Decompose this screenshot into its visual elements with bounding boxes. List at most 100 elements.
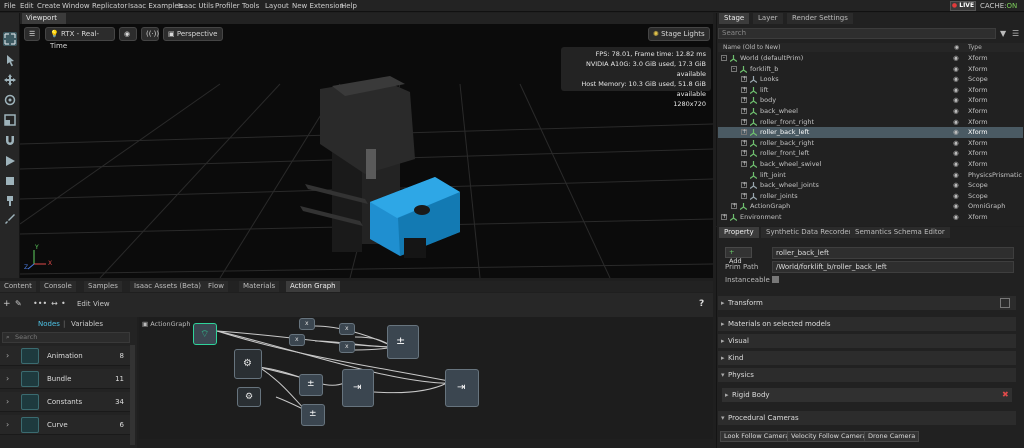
controller-node[interactable]: ⚙ <box>237 387 261 407</box>
math-node-1[interactable]: ± <box>299 374 323 396</box>
menu-replicator[interactable]: Replicator <box>92 2 127 10</box>
action-graph-canvas[interactable]: ▣ ActionGraph ⌔ ⚙ ⚙ x x x x ± ± ± ⇥ ⇥ <box>139 317 713 439</box>
column-type[interactable]: Type <box>968 44 982 51</box>
menu-isaac-utils[interactable]: Isaac Utils <box>178 2 214 10</box>
menu-new-extension[interactable]: New Extension <box>292 2 344 10</box>
menu-layout[interactable]: Layout <box>265 2 289 10</box>
prim-name-field[interactable]: roller_back_left <box>772 247 1014 259</box>
tab-stage[interactable]: Stage <box>719 13 750 24</box>
drone-camera-button[interactable]: Drone Camera <box>864 431 920 442</box>
visibility-eye-icon[interactable]: ◉ <box>953 95 959 106</box>
visibility-eye-icon[interactable]: ◉ <box>953 212 959 223</box>
graph-edit-menu[interactable]: Edit <box>77 300 91 308</box>
tab-flow[interactable]: Flow <box>204 281 228 292</box>
expand-toggle-icon[interactable]: + <box>731 203 737 210</box>
dot-icon[interactable]: • <box>61 299 66 308</box>
visibility-eye-icon[interactable]: ◉ <box>953 191 959 202</box>
tab-semantics-schema-editor[interactable]: Semantics Schema Editor <box>850 227 950 238</box>
node-category[interactable]: › Animation 8 <box>0 346 130 366</box>
expand-toggle-icon[interactable]: + <box>741 97 747 104</box>
tab-nodes[interactable]: Nodes <box>38 320 60 328</box>
visibility-eye-icon[interactable]: ◉ <box>953 64 959 75</box>
menu-file[interactable]: File <box>4 2 16 10</box>
menu-create[interactable]: Create <box>37 2 60 10</box>
stage-row[interactable]: + ActionGraph ◉ OmniGraph <box>718 201 1023 212</box>
ros-bridge-node[interactable]: ⌔ <box>193 323 217 345</box>
snap-tool-icon[interactable] <box>3 133 17 147</box>
velocity-follow-camera-button[interactable]: Velocity Follow Camera <box>787 431 871 442</box>
visibility-eye-icon[interactable]: ◉ <box>953 74 959 85</box>
expand-toggle-icon[interactable]: + <box>721 214 727 220</box>
tab-render-settings[interactable]: Render Settings <box>787 13 853 24</box>
expand-toggle-icon[interactable]: + <box>741 150 747 157</box>
tab-property[interactable]: Property <box>719 227 759 238</box>
add-button[interactable]: + Add <box>725 247 752 265</box>
look-follow-camera-button[interactable]: Look Follow Camera <box>720 431 794 442</box>
stop-icon[interactable] <box>3 174 17 188</box>
tab-action-graph[interactable]: Action Graph <box>286 281 340 292</box>
articulation-node[interactable]: ⚙ <box>234 349 262 379</box>
section-transform[interactable]: Transform <box>718 296 1016 310</box>
expand-toggle-icon[interactable]: + <box>741 161 747 167</box>
move-tool-icon[interactable] <box>3 73 17 87</box>
tab-samples[interactable]: Samples <box>84 281 122 292</box>
section-physics[interactable]: Physics <box>718 368 1016 382</box>
menu-help[interactable]: Help <box>341 2 357 10</box>
stage-row[interactable]: + roller_back_right ◉ Xform <box>718 138 1023 149</box>
menu-edit[interactable]: Edit <box>20 2 34 10</box>
stage-row[interactable]: lift_joint ◉ PhysicsPrismatic <box>718 170 1023 181</box>
expand-toggle-icon[interactable]: + <box>741 86 747 93</box>
expand-toggle-icon[interactable]: + <box>741 139 747 146</box>
stage-search-input[interactable]: Search <box>718 28 996 39</box>
tab-variables[interactable]: Variables <box>71 320 103 328</box>
section-rigid-body[interactable]: Rigid Body <box>722 388 1012 402</box>
section-kind[interactable]: Kind <box>718 351 1016 365</box>
node-category[interactable]: › Bundle 11 <box>0 369 130 389</box>
visibility-button[interactable]: ◉ <box>119 27 137 41</box>
stage-row[interactable]: + Looks ◉ Scope <box>718 74 1023 85</box>
remove-rigid-body-icon[interactable]: ✖ <box>1002 390 1009 399</box>
section-materials[interactable]: Materials on selected models <box>718 317 1016 331</box>
write-node-2[interactable]: ⇥ <box>445 369 479 407</box>
node-category[interactable]: › Curve 6 <box>0 415 130 435</box>
section-visual[interactable]: Visual <box>718 334 1016 348</box>
stage-row[interactable]: + roller_front_right ◉ Xform <box>718 117 1023 128</box>
constant-node-3[interactable]: x <box>339 323 355 335</box>
stage-row[interactable]: + back_wheel_swivel ◉ Xform <box>718 159 1023 170</box>
expand-toggle-icon[interactable]: + <box>741 129 747 136</box>
menu-arrows-icon[interactable]: ↔ <box>51 299 58 308</box>
menu-isaac-examples[interactable]: Isaac Examples <box>128 2 182 10</box>
stage-options-icon[interactable]: ☰ <box>1012 29 1019 38</box>
brush-icon[interactable] <box>3 212 17 226</box>
prim-path-field[interactable]: /World/forklift_b/roller_back_left <box>772 261 1014 273</box>
visibility-eye-icon[interactable]: ◉ <box>953 148 959 159</box>
expand-toggle-icon[interactable]: + <box>741 192 747 199</box>
viewport[interactable]: Y X Z ☰ 💡 RTX - Real-Time ◉ ((·)) ▣ Pers… <box>20 24 713 278</box>
menu-window[interactable]: Window <box>62 2 90 10</box>
visibility-eye-icon[interactable]: ◉ <box>953 180 959 191</box>
stage-row[interactable]: + lift ◉ Xform <box>718 85 1023 96</box>
menu-profiler[interactable]: Profiler <box>215 2 240 10</box>
visibility-eye-icon[interactable]: ◉ <box>953 127 959 138</box>
instanceable-checkbox[interactable] <box>772 276 779 283</box>
stage-lights-button[interactable]: ✺ Stage Lights <box>648 27 710 41</box>
constant-node-2[interactable]: x <box>289 334 305 346</box>
transform-options-icon[interactable] <box>1000 298 1010 308</box>
tab-materials[interactable]: Materials <box>239 281 280 292</box>
tab-viewport[interactable]: Viewport <box>22 13 66 24</box>
select-tool-icon[interactable] <box>3 32 17 46</box>
node-category[interactable]: › Constants 34 <box>0 392 130 412</box>
expand-toggle-icon[interactable]: - <box>721 55 727 61</box>
live-toggle[interactable]: ● LIVE <box>950 1 976 11</box>
expand-toggle-icon[interactable]: + <box>741 76 747 83</box>
play-icon[interactable] <box>3 154 17 168</box>
visibility-eye-icon[interactable]: ◉ <box>953 106 959 117</box>
math-node-2[interactable]: ± <box>301 404 325 426</box>
stage-row[interactable]: + roller_front_left ◉ Xform <box>718 148 1023 159</box>
stage-row[interactable]: + roller_back_left ◉ Xform <box>718 127 1023 138</box>
stage-row[interactable]: + back_wheel_joints ◉ Scope <box>718 180 1023 191</box>
renderer-button[interactable]: 💡 RTX - Real-Time <box>45 27 115 50</box>
stage-row[interactable]: + roller_joints ◉ Scope <box>718 191 1023 202</box>
graph-view-menu[interactable]: View <box>93 300 110 308</box>
nodes-scrollbar[interactable] <box>130 345 135 445</box>
